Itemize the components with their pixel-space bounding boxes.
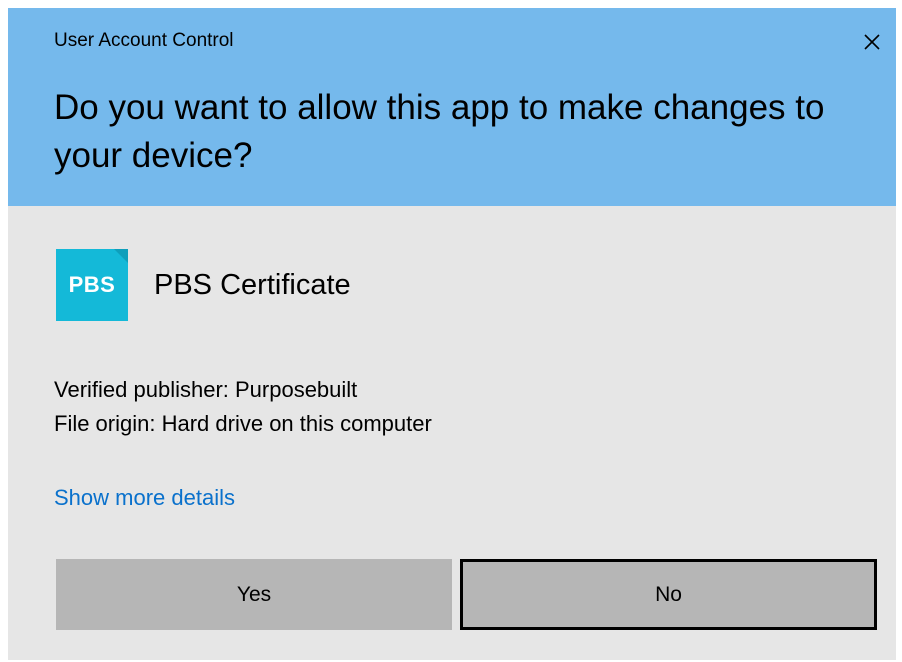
app-info-row: PBS PBS Certificate [56,249,351,321]
dialog-title: User Account Control [54,30,234,51]
close-icon [864,34,880,50]
file-origin: File origin: Hard drive on this computer [54,411,432,436]
prompt-question: Do you want to allow this app to make ch… [54,88,825,175]
app-logo: PBS [56,249,128,321]
no-button[interactable]: No [460,559,877,630]
uac-dialog: User Account Control Do you want to allo… [8,8,896,660]
app-name: PBS Certificate [154,268,351,301]
app-logo-text: PBS [68,272,116,297]
dialog-header: User Account Control Do you want to allo… [8,8,896,206]
yes-button[interactable]: Yes [56,559,452,630]
publisher-info: Verified publisher: Purposebuilt File or… [54,373,432,441]
show-more-details-link[interactable]: Show more details [54,485,235,511]
close-button[interactable] [858,28,886,56]
verified-publisher: Verified publisher: Purposebuilt [54,377,358,402]
